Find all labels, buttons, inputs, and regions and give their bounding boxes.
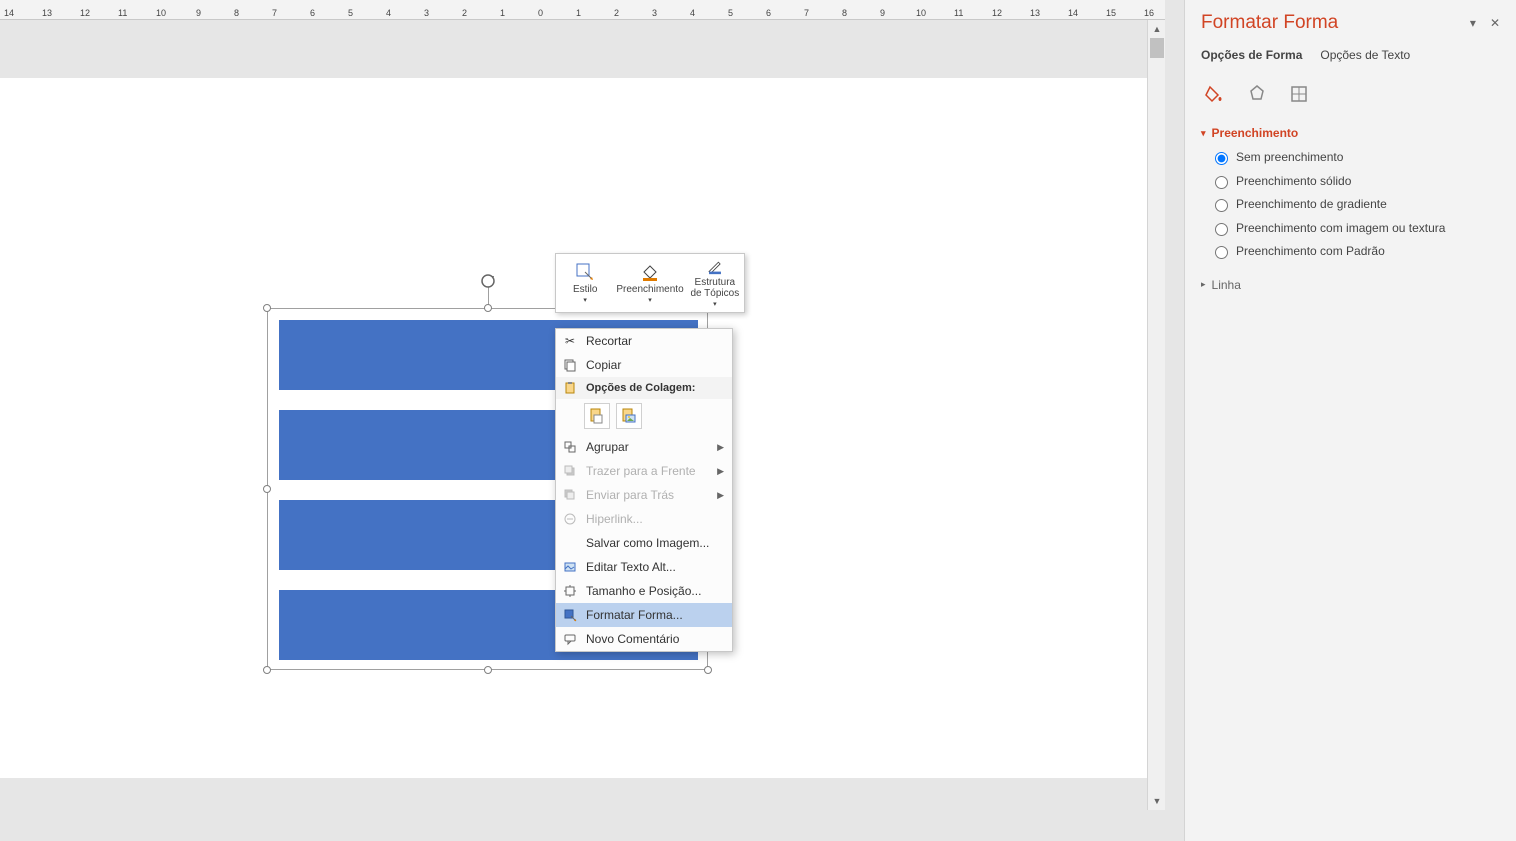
- menu-hyperlink: Hiperlink...: [556, 507, 732, 531]
- vertical-scrollbar[interactable]: ▲ ▼: [1147, 20, 1165, 810]
- menu-format-shape[interactable]: Formatar Forma...: [556, 603, 732, 627]
- resize-handle-br[interactable]: [704, 666, 712, 674]
- triangle-down-icon: ▾: [1201, 128, 1206, 139]
- copy-icon: [560, 357, 580, 373]
- tab-shape-options[interactable]: Opções de Forma: [1201, 48, 1302, 66]
- chevron-down-icon: ▾: [583, 296, 587, 304]
- triangle-right-icon: ▸: [1201, 279, 1206, 290]
- scissors-icon: ✂: [560, 333, 580, 349]
- paint-bucket-icon: [640, 262, 660, 282]
- menu-size-position[interactable]: Tamanho e Posição...: [556, 579, 732, 603]
- scroll-thumb[interactable]: [1150, 38, 1164, 58]
- mini-toolbar: Estilo ▾ Preenchimento ▾ Estrutura de Tó…: [555, 253, 745, 313]
- tab-text-options[interactable]: Opções de Texto: [1320, 48, 1410, 66]
- menu-save-as-image[interactable]: Salvar como Imagem...: [556, 531, 732, 555]
- fill-section-header[interactable]: ▾ Preenchimento: [1201, 126, 1500, 140]
- resize-handle-bl[interactable]: [263, 666, 271, 674]
- menu-edit-alt-text[interactable]: Editar Texto Alt...: [556, 555, 732, 579]
- menu-copy[interactable]: Copiar: [556, 353, 732, 377]
- mini-style-button[interactable]: Estilo ▾: [556, 254, 614, 312]
- effects-category-icon[interactable]: [1243, 80, 1271, 108]
- radio-no-fill-input[interactable]: [1215, 152, 1228, 165]
- pane-title: Formatar Forma: [1201, 12, 1338, 34]
- rotation-stem: [488, 287, 489, 305]
- resize-handle-tl[interactable]: [263, 304, 271, 312]
- style-icon: [575, 262, 595, 282]
- menu-send-to-back: Enviar para Trás ▶: [556, 483, 732, 507]
- size-properties-category-icon[interactable]: [1285, 80, 1313, 108]
- context-menu: ✂ Recortar Copiar Opções de Colagem: Agr…: [555, 328, 733, 652]
- menu-new-comment[interactable]: Novo Comentário: [556, 627, 732, 651]
- fill-options: Sem preenchimento Preenchimento sólido P…: [1201, 150, 1500, 260]
- radio-picture-fill[interactable]: Preenchimento com imagem ou textura: [1215, 221, 1500, 237]
- mini-outline-label: Estrutura de Tópicos: [688, 277, 742, 299]
- scroll-up-icon[interactable]: ▲: [1148, 20, 1166, 38]
- radio-pattern-fill-input[interactable]: [1215, 246, 1228, 259]
- radio-solid-fill[interactable]: Preenchimento sólido: [1215, 174, 1500, 190]
- comment-icon: [560, 631, 580, 647]
- mini-fill-label: Preenchimento: [616, 284, 683, 295]
- pane-tabs: Opções de Forma Opções de Texto: [1201, 48, 1500, 66]
- link-icon: [560, 511, 580, 527]
- rotation-handle[interactable]: [480, 273, 496, 289]
- radio-picture-fill-input[interactable]: [1215, 223, 1228, 236]
- paste-use-destination-theme[interactable]: [584, 403, 610, 429]
- blank-icon: [560, 535, 580, 551]
- pane-options-button[interactable]: ▾: [1470, 16, 1476, 30]
- size-position-icon: [560, 583, 580, 599]
- format-shape-pane: Formatar Forma ▾ ✕ Opções de Forma Opçõe…: [1184, 0, 1516, 841]
- pen-outline-icon: [705, 258, 725, 275]
- horizontal-ruler: 14 13 12 11 10 9 8 7 6 5 4 3 2 1 0 1 2 3…: [0, 0, 1165, 20]
- menu-paste-options-header: Opções de Colagem:: [556, 377, 732, 399]
- alt-text-icon: [560, 559, 580, 575]
- chevron-down-icon: ▾: [648, 296, 652, 304]
- paste-picture[interactable]: [616, 403, 642, 429]
- menu-cut[interactable]: ✂ Recortar: [556, 329, 732, 353]
- chevron-down-icon: ▾: [713, 300, 717, 308]
- pane-category-icons: [1201, 80, 1500, 108]
- format-shape-icon: [560, 607, 580, 623]
- resize-handle-bm[interactable]: [484, 666, 492, 674]
- radio-pattern-fill[interactable]: Preenchimento com Padrão: [1215, 244, 1500, 260]
- menu-bring-to-front: Trazer para a Frente ▶: [556, 459, 732, 483]
- radio-gradient-fill-input[interactable]: [1215, 199, 1228, 212]
- line-section-label: Linha: [1212, 278, 1241, 292]
- radio-gradient-fill[interactable]: Preenchimento de gradiente: [1215, 197, 1500, 213]
- bring-front-icon: [560, 463, 580, 479]
- radio-solid-fill-input[interactable]: [1215, 176, 1228, 189]
- resize-handle-ml[interactable]: [263, 485, 271, 493]
- radio-no-fill[interactable]: Sem preenchimento: [1215, 150, 1500, 166]
- submenu-arrow-icon: ▶: [717, 490, 724, 501]
- mini-style-label: Estilo: [573, 284, 597, 295]
- scroll-down-icon[interactable]: ▼: [1148, 792, 1166, 810]
- mini-outline-button[interactable]: Estrutura de Tópicos ▾: [686, 254, 744, 312]
- fill-section-label: Preenchimento: [1212, 126, 1299, 140]
- mini-fill-button[interactable]: Preenchimento ▾: [614, 254, 685, 312]
- line-section-header[interactable]: ▸ Linha: [1201, 278, 1500, 292]
- clipboard-icon: [560, 380, 580, 396]
- resize-handle-tm[interactable]: [484, 304, 492, 312]
- menu-group[interactable]: Agrupar ▶: [556, 435, 732, 459]
- pane-close-button[interactable]: ✕: [1490, 16, 1500, 30]
- menu-paste-options-row: [556, 399, 732, 435]
- submenu-arrow-icon: ▶: [717, 442, 724, 453]
- send-back-icon: [560, 487, 580, 503]
- fill-line-category-icon[interactable]: [1201, 80, 1229, 108]
- group-icon: [560, 439, 580, 455]
- submenu-arrow-icon: ▶: [717, 466, 724, 477]
